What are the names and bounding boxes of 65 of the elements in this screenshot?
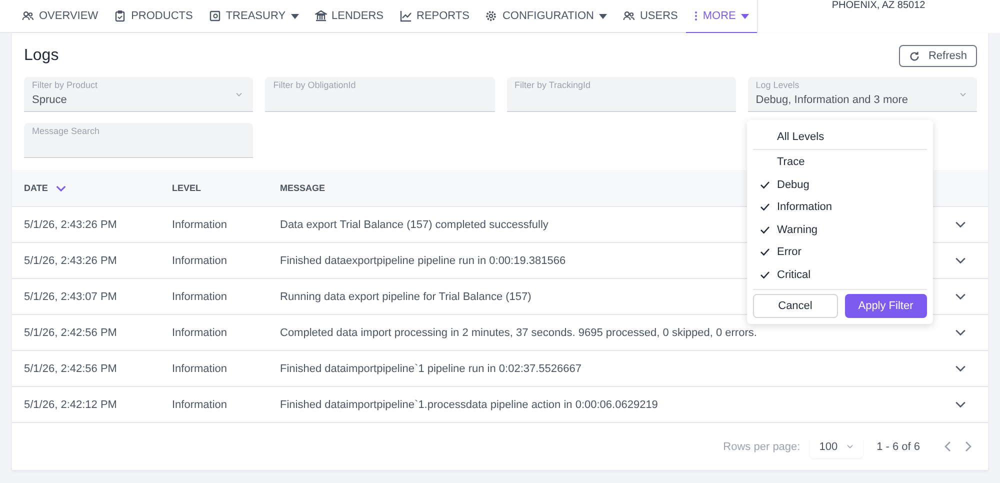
nav-tab[interactable]: PRODUCTS bbox=[106, 0, 201, 33]
column-header[interactable]: DATE bbox=[24, 183, 48, 193]
table-cell-text: Information bbox=[172, 362, 228, 374]
settings-icon bbox=[485, 10, 498, 22]
people-icon bbox=[22, 10, 34, 22]
page-title: Logs bbox=[24, 47, 59, 65]
refresh-icon bbox=[909, 50, 920, 62]
expand-chevron-icon[interactable] bbox=[955, 257, 966, 264]
chevron-down-icon bbox=[235, 92, 244, 97]
menu-item[interactable]: Critical bbox=[753, 264, 927, 286]
table-cell: Running data export pipeline for Trial Balance (157) bbox=[280, 290, 532, 302]
chevron-down-icon bbox=[959, 92, 967, 97]
previous-page-icon[interactable] bbox=[944, 441, 951, 452]
more-icon bbox=[694, 10, 698, 22]
table-cell: Finished dataexportpipeline pipeline run in 0:00:19.381566 bbox=[280, 254, 566, 266]
nav-tab[interactable]: REPORTS bbox=[392, 0, 478, 33]
expand-chevron-icon[interactable] bbox=[955, 293, 966, 300]
menu-item[interactable]: Debug bbox=[753, 174, 927, 196]
nav-tab[interactable]: OVERVIEW bbox=[14, 0, 106, 33]
expand-chevron-icon[interactable] bbox=[955, 401, 966, 408]
chevron-down-icon bbox=[846, 444, 854, 449]
nav-tab[interactable]: CONFIGURATION bbox=[477, 0, 615, 33]
table-cell: Finished dataimportpipeline`1.processdata pipeline action in 0:00:06.0629219 bbox=[280, 398, 658, 410]
table-cell-text: 5/1/26, 2:43:26 PM bbox=[23, 218, 118, 230]
rows-per-page-select[interactable]: 100 bbox=[810, 436, 863, 458]
column-header[interactable]: LEVEL bbox=[172, 183, 202, 193]
table-cell-text: 5/1/26, 2:42:56 PM bbox=[23, 326, 118, 338]
table-cell-text: Information bbox=[172, 326, 228, 338]
menu-item[interactable]: Information bbox=[753, 196, 927, 218]
address-text: PHOENIX, AZ 85012 bbox=[832, 0, 926, 11]
refresh-button[interactable]: Refresh bbox=[899, 45, 977, 67]
menu-item[interactable]: Trace bbox=[753, 151, 927, 174]
table-cell-text: Information bbox=[172, 254, 228, 266]
menu-item[interactable]: Warning bbox=[753, 218, 927, 241]
nav-tab[interactable]: TREASURY bbox=[200, 0, 307, 33]
table-cell-text: Information bbox=[172, 398, 228, 410]
expand-chevron-icon[interactable] bbox=[955, 365, 966, 372]
expand-chevron-icon[interactable] bbox=[955, 221, 966, 228]
next-page-icon[interactable] bbox=[965, 441, 972, 452]
nav-tab[interactable]: LENDERS bbox=[306, 0, 392, 33]
table-cell: Finished dataimportpipeline`1 pipeline run in 0:02:37.5526667 bbox=[280, 362, 582, 374]
chart-icon bbox=[400, 10, 412, 22]
bank-icon bbox=[314, 10, 327, 22]
apply-filter-button[interactable]: Apply Filter bbox=[844, 294, 927, 318]
column-header[interactable]: MESSAGE bbox=[280, 183, 326, 193]
table-cell-text: Information bbox=[172, 290, 228, 302]
table-cell-text: 5/1/26, 2:43:26 PM bbox=[23, 254, 118, 266]
table-cell: Data export Trial Balance (157) completed successfully bbox=[280, 218, 548, 230]
sort-descending-icon[interactable] bbox=[56, 184, 66, 192]
table-cell-text: 5/1/26, 2:42:56 PM bbox=[23, 362, 118, 374]
expand-chevron-icon[interactable] bbox=[955, 329, 966, 336]
table-cell-text: 5/1/26, 2:42:12 PM bbox=[23, 398, 118, 410]
select-field[interactable]: Log Levels Debug, Information and 3 more bbox=[748, 77, 977, 112]
safe-icon bbox=[208, 10, 221, 22]
table-cell: Completed data import processing in 2 minutes, 37 seconds. 9695 processed, 0 skipped, 0 errors. bbox=[280, 326, 757, 338]
rows-per-page-label: Rows per page: bbox=[723, 440, 800, 452]
clipboard-icon bbox=[114, 10, 126, 22]
page-range: 1 - 6 of 6 bbox=[876, 440, 920, 452]
menu-item[interactable]: Error bbox=[753, 241, 927, 264]
people-icon bbox=[622, 10, 635, 22]
table-cell-text: Information bbox=[172, 218, 228, 230]
table-cell-text: 5/1/26, 2:43:07 PM bbox=[23, 290, 118, 302]
select-field[interactable]: Filter by Product Spruce bbox=[24, 77, 254, 112]
cancel-button[interactable]: Cancel bbox=[753, 294, 838, 318]
nav-tab[interactable]: USERS bbox=[614, 0, 686, 33]
